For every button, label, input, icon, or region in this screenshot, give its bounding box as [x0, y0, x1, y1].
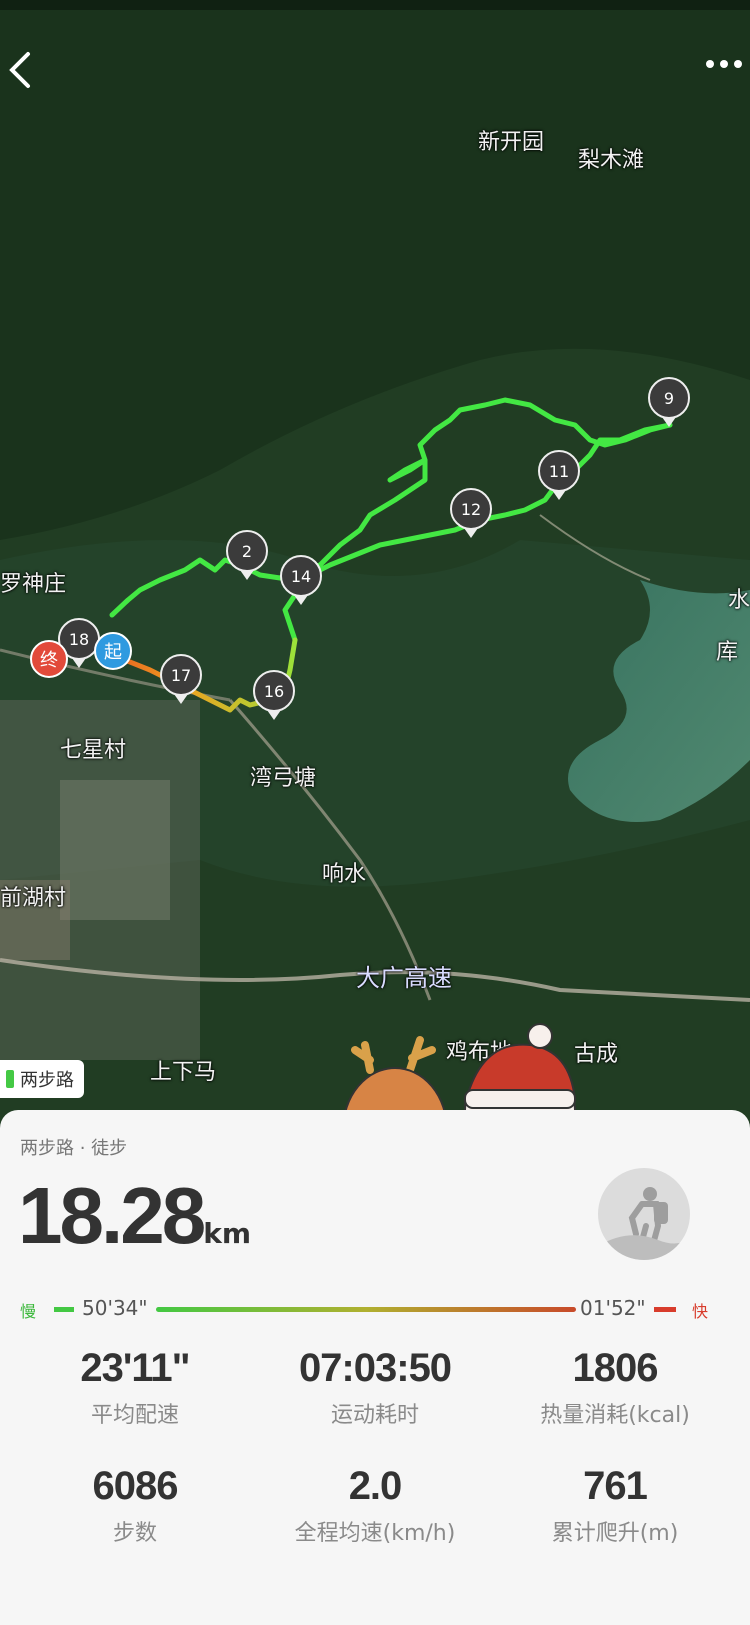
stat-label: 热量消耗(kcal): [540, 1403, 690, 1428]
stat-value: 2.0: [348, 1464, 403, 1508]
place-label-edge-shui: 水: [728, 588, 750, 613]
stat-value: 6086: [92, 1464, 179, 1508]
waypoint-marker-11[interactable]: 11: [538, 450, 580, 492]
waypoint-marker-2[interactable]: 2: [226, 530, 268, 572]
source-chip[interactable]: 两步路: [0, 1060, 84, 1098]
hiker-icon: [598, 1187, 690, 1260]
place-label-limutan: 梨木滩: [578, 148, 645, 173]
place-label-xinkaiyuan: 新开园: [478, 130, 545, 155]
waypoint-marker-17[interactable]: 17: [160, 654, 202, 696]
place-label-shangxiama: 上下马: [150, 1060, 217, 1085]
pace-fastest-value: 01'52": [580, 1296, 646, 1320]
status-bar: [0, 0, 750, 10]
stat-calories: 1806 热量消耗(kcal): [490, 1346, 740, 1429]
waypoint-marker-16[interactable]: 16: [253, 670, 295, 712]
stat-avg-pace: 23'11" 平均配速: [10, 1346, 260, 1429]
end-point-badge[interactable]: 终: [30, 640, 68, 678]
stat-value: 1806: [572, 1346, 659, 1390]
stat-label: 全程均速(km/h): [294, 1521, 456, 1546]
app-logo-icon: [6, 1070, 14, 1088]
pace-legend: 慢 50'34" 01'52" 快: [0, 1294, 750, 1324]
distance-value: 18.28: [18, 1171, 206, 1260]
pace-slow-swatch: [54, 1307, 74, 1312]
place-label-edge-ku: 库: [716, 640, 739, 665]
place-label-qixingcun: 七星村: [60, 738, 127, 763]
distance-unit: km: [203, 1217, 251, 1250]
highway-label: 大广高速: [356, 964, 452, 992]
distance-total: 18.28km: [18, 1170, 251, 1262]
place-label-luoshenzhuang: 罗神庄: [0, 572, 67, 597]
pace-gradient-bar: [156, 1307, 576, 1312]
pace-slowest-value: 50'34": [82, 1296, 148, 1320]
stat-value: 23'11": [80, 1346, 190, 1390]
waypoint-marker-9[interactable]: 9: [648, 377, 690, 419]
stat-steps: 6086 步数: [10, 1464, 260, 1547]
stat-value: 761: [583, 1464, 648, 1508]
place-label-xiangshui: 响水: [322, 862, 367, 887]
urban-block: [60, 780, 170, 920]
place-label-wangaitang: 湾弓塘: [250, 766, 317, 791]
stat-label: 累计爬升(m): [551, 1521, 679, 1546]
more-dots-icon[interactable]: [706, 60, 742, 68]
place-label-hucun: 前湖村: [0, 886, 67, 911]
pace-fast-swatch: [654, 1307, 676, 1312]
stat-duration: 07:03:50 运动耗时: [250, 1346, 500, 1429]
stat-elevation-gain: 761 累计爬升(m): [490, 1464, 740, 1547]
chevron-left-icon[interactable]: [6, 50, 36, 90]
start-point-badge[interactable]: 起: [94, 632, 132, 670]
pace-slow-label: 慢: [20, 1302, 37, 1321]
stat-label: 运动耗时: [330, 1403, 419, 1428]
pace-fast-label: 快: [692, 1302, 709, 1321]
avatar[interactable]: [598, 1168, 690, 1260]
summary-sheet: 两步路 · 徒步 18.28km 慢 50'34" 01'52" 快 23'11…: [0, 1110, 750, 1625]
source-chip-label: 两步路: [20, 1070, 74, 1091]
stat-label: 步数: [112, 1521, 157, 1546]
stat-value: 07:03:50: [298, 1346, 452, 1390]
stat-label: 平均配速: [90, 1403, 179, 1428]
stat-avg-speed: 2.0 全程均速(km/h): [250, 1464, 500, 1547]
activity-subtitle: 两步路 · 徒步: [20, 1138, 128, 1159]
waypoint-marker-12[interactable]: 12: [450, 488, 492, 530]
waypoint-marker-14[interactable]: 14: [280, 555, 322, 597]
